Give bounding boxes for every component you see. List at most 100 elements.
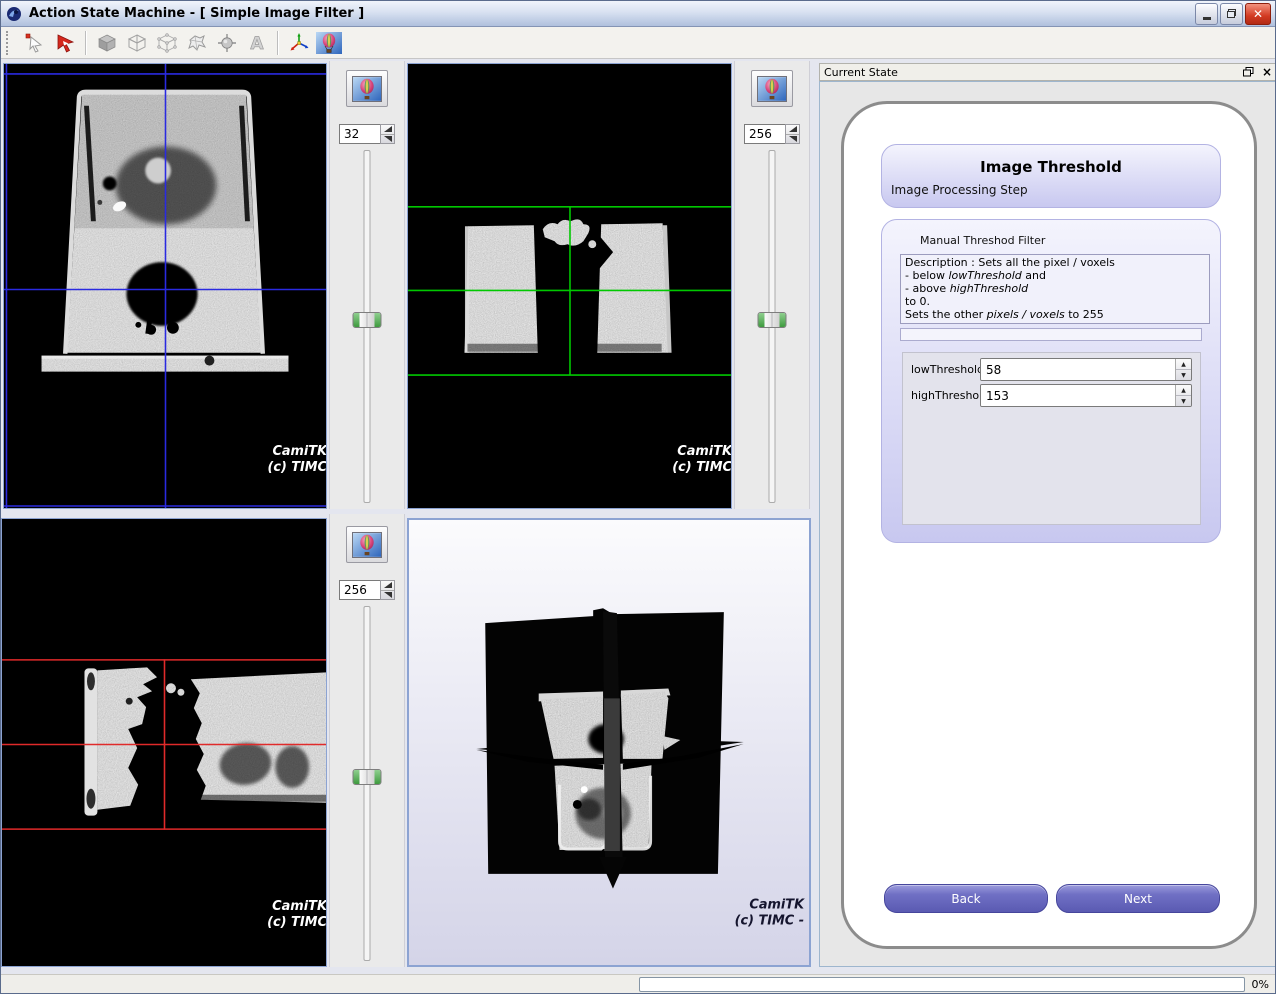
watermark: (c) TIMC - — [735, 913, 804, 928]
spin-down-icon[interactable]: ▼ — [1176, 369, 1191, 380]
restore-icon — [1227, 9, 1236, 18]
high-threshold-label: highThreshold — [911, 389, 980, 402]
dock-titlebar: Current State × — [819, 63, 1276, 81]
watermark: (c) TIMC — [672, 460, 731, 475]
high-threshold-input[interactable] — [981, 385, 1175, 406]
colormap-button[interactable] — [314, 29, 344, 57]
colormap-balloon-icon — [352, 532, 382, 558]
next-button[interactable]: Next — [1056, 884, 1220, 913]
slider-handle[interactable] — [353, 312, 382, 328]
svg-text:A: A — [250, 34, 264, 54]
slice-slider-sagittal — [330, 600, 404, 967]
pointer-arrow-button[interactable] — [20, 29, 50, 57]
annotation-button[interactable]: A — [242, 29, 272, 57]
viewport-axial[interactable]: CamiTK (c) TIMC — [3, 63, 327, 509]
spin-down-icon[interactable] — [381, 590, 394, 600]
spin-up-icon[interactable] — [786, 125, 799, 134]
point-sphere-glyph-icon — [216, 32, 238, 54]
dock-close-button[interactable]: × — [1262, 67, 1272, 77]
spin-down-icon[interactable]: ▼ — [1176, 395, 1191, 406]
spin-up-icon[interactable]: ▲ — [1176, 359, 1191, 369]
float-icon — [1243, 67, 1254, 77]
close-icon: ✕ — [1253, 7, 1263, 21]
colormap-balloon-icon — [757, 76, 787, 102]
slice-spinbox-sagittal — [339, 580, 395, 600]
watermark: CamiTK — [749, 898, 805, 913]
app-window: Action State Machine - [ Simple Image Fi… — [0, 0, 1276, 994]
pick-arrow-button[interactable] — [50, 29, 80, 57]
colormap-balloon-icon — [352, 76, 382, 102]
toolbar: A — [1, 27, 1275, 59]
spin-up-icon[interactable] — [381, 125, 394, 134]
slice-value-sagittal[interactable] — [339, 580, 380, 600]
colormap-balloon-icon — [316, 32, 342, 54]
slice-control-sagittal — [329, 514, 405, 967]
minimize-icon — [1203, 17, 1211, 20]
back-button[interactable]: Back — [884, 884, 1048, 913]
low-threshold-spinbox: ▲ ▼ — [980, 358, 1192, 381]
point-glyph-button[interactable] — [212, 29, 242, 57]
slice-value-axial[interactable] — [339, 124, 380, 144]
slice-slider-axial — [330, 144, 404, 509]
statusbar: 0% — [1, 974, 1275, 993]
watermark: CamiTK — [677, 444, 731, 459]
minimize-button[interactable] — [1195, 3, 1218, 25]
slider-handle[interactable] — [353, 769, 382, 785]
cube-wireframe-points-icon — [156, 32, 178, 54]
slice-value-coronal[interactable] — [744, 124, 785, 144]
slider-handle[interactable] — [758, 312, 787, 328]
pointer-arrow-icon — [24, 32, 46, 54]
annotation-letter-a-icon: A — [246, 32, 268, 54]
watermark: CamiTK — [272, 899, 326, 914]
wireframe-cube-button[interactable] — [122, 29, 152, 57]
toolbar-drag-handle[interactable] — [6, 31, 14, 55]
watermark: (c) TIMC — [268, 460, 326, 475]
wizard-panel: Image Threshold Image Processing Step Ma… — [841, 101, 1257, 949]
slice-spinbox-coronal — [744, 124, 800, 144]
restore-button[interactable] — [1220, 3, 1243, 25]
deformed-wireframe-button[interactable] — [182, 29, 212, 57]
spin-up-icon[interactable]: ▲ — [1176, 385, 1191, 395]
empty-status-bar — [900, 328, 1202, 341]
toolbar-separator — [85, 31, 87, 55]
filter-description: Description : Sets all the pixel / voxel… — [900, 254, 1210, 324]
dock-body: Image Threshold Image Processing Step Ma… — [819, 81, 1276, 967]
slice-control-coronal — [734, 61, 810, 509]
viewport-sagittal[interactable]: CamiTK (c) TIMC — [1, 518, 327, 967]
low-threshold-label: lowThreshold — [911, 363, 980, 376]
high-threshold-spinbox: ▲ ▼ — [980, 384, 1192, 407]
slice-spinbox-axial — [339, 124, 395, 144]
progress-percent: 0% — [1252, 978, 1269, 991]
close-button[interactable]: ✕ — [1245, 3, 1271, 25]
colormap-button-coronal[interactable] — [751, 70, 793, 107]
app-icon — [5, 5, 23, 23]
colormap-button-sagittal[interactable] — [346, 526, 388, 563]
spin-up-icon[interactable] — [381, 581, 394, 590]
low-threshold-input[interactable] — [981, 359, 1175, 380]
wizard-header: Image Threshold Image Processing Step — [881, 144, 1221, 208]
toolbar-separator — [277, 31, 279, 55]
surface-cube-button[interactable] — [92, 29, 122, 57]
dock-float-button[interactable] — [1243, 67, 1254, 77]
axes-button[interactable] — [284, 29, 314, 57]
cube-solid-icon — [96, 32, 118, 54]
filter-group-title: Manual Threshod Filter — [882, 220, 1220, 247]
spin-down-icon[interactable] — [381, 134, 394, 144]
viewport-3d[interactable]: CamiTK (c) TIMC - — [407, 518, 811, 967]
viewport-coronal[interactable]: CamiTK (c) TIMC — [407, 63, 732, 509]
slice-slider-coronal — [735, 144, 809, 509]
close-icon: × — [1262, 65, 1272, 79]
cube-wireframe-icon — [126, 32, 148, 54]
watermark: (c) TIMC — [267, 915, 326, 930]
high-threshold-row: highThreshold ▲ ▼ — [911, 385, 1192, 406]
points-cube-button[interactable] — [152, 29, 182, 57]
wireframe-deformed-icon — [186, 32, 208, 54]
colormap-button-axial[interactable] — [346, 70, 388, 107]
slice-control-axial — [329, 61, 405, 509]
filter-groupbox: Manual Threshod Filter Description : Set… — [881, 219, 1221, 543]
wizard-subtitle: Image Processing Step — [891, 183, 1220, 197]
parameters-panel: lowThreshold ▲ ▼ highThreshold — [902, 352, 1201, 525]
axes-3d-icon — [288, 32, 310, 54]
spin-down-icon[interactable] — [786, 134, 799, 144]
titlebar: Action State Machine - [ Simple Image Fi… — [1, 1, 1275, 27]
